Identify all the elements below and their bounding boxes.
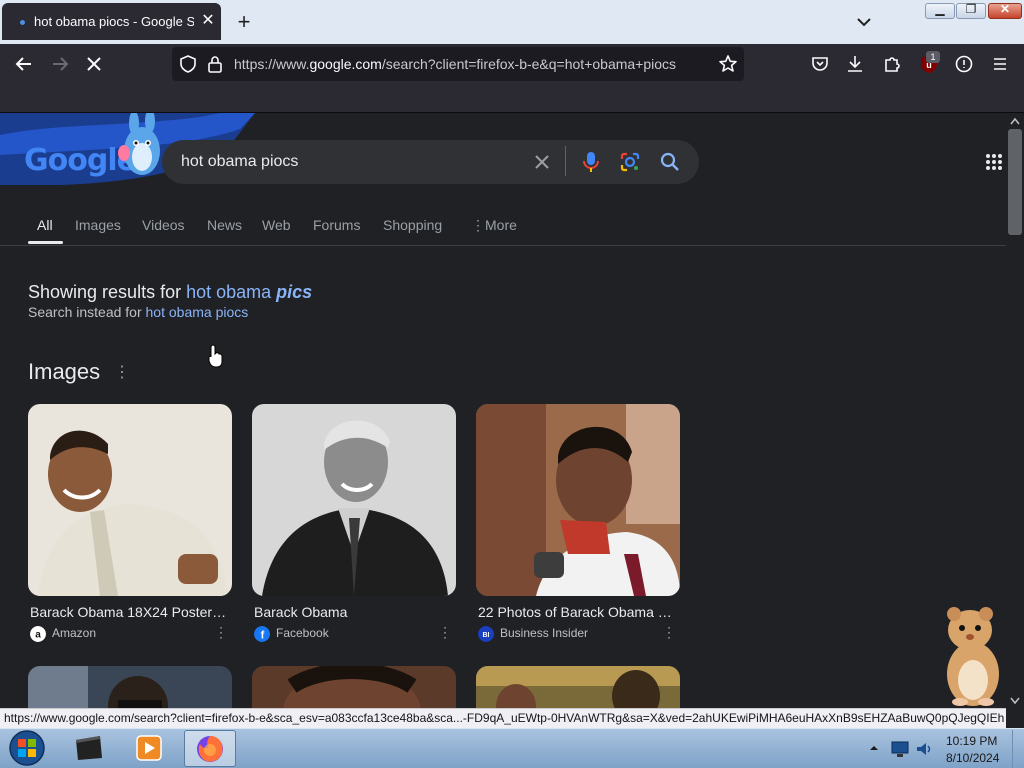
google-lens-icon[interactable] bbox=[619, 151, 641, 173]
loading-indicator-icon bbox=[20, 20, 25, 25]
tab-all[interactable]: All bbox=[37, 217, 53, 233]
google-apps-grid-icon[interactable] bbox=[985, 153, 1003, 171]
tab-more[interactable]: More bbox=[485, 217, 517, 233]
showing-prefix: Showing results for bbox=[28, 282, 182, 302]
scroll-up-arrow-icon[interactable] bbox=[1009, 116, 1021, 126]
browser-tab[interactable]: hot obama piocs - Google Sear ✕ bbox=[2, 3, 221, 40]
hamburger-menu-icon[interactable] bbox=[989, 53, 1011, 75]
tab-news[interactable]: News bbox=[207, 217, 242, 233]
tab-images[interactable]: Images bbox=[75, 217, 121, 233]
original-query-link[interactable]: hot obama piocs bbox=[146, 304, 249, 320]
show-desktop-button[interactable] bbox=[1012, 730, 1024, 768]
business-insider-logo-icon: BI bbox=[478, 626, 494, 642]
tabs-divider bbox=[0, 245, 1006, 246]
result-options-icon[interactable]: ⋮ bbox=[214, 624, 228, 641]
tab-shopping[interactable]: Shopping bbox=[383, 217, 442, 233]
network-monitor-icon[interactable] bbox=[890, 740, 910, 758]
svg-text:BI: BI bbox=[483, 632, 490, 639]
restore-button[interactable]: ❐ bbox=[956, 2, 986, 19]
speaker-volume-icon[interactable] bbox=[914, 740, 934, 758]
back-arrow-icon[interactable] bbox=[12, 52, 36, 76]
obama-thumbnail-3[interactable] bbox=[476, 404, 680, 596]
scroll-down-arrow-icon[interactable] bbox=[1009, 696, 1021, 706]
show-hidden-icons-icon[interactable] bbox=[868, 742, 880, 754]
url-text[interactable]: https://www.google.com/search?client=fir… bbox=[234, 56, 676, 72]
result-options-icon[interactable]: ⋮ bbox=[662, 624, 676, 641]
clock-date[interactable]: 8/10/2024 bbox=[946, 751, 999, 765]
info-circle-icon[interactable] bbox=[953, 53, 975, 75]
tab-forums[interactable]: Forums bbox=[313, 217, 360, 233]
image-caption[interactable]: 22 Photos of Barack Obama … bbox=[478, 604, 678, 620]
search-instead-line: Search instead for hot obama piocs bbox=[28, 304, 248, 320]
close-tab-button[interactable]: ✕ bbox=[198, 11, 218, 31]
hovered-link-url: https://www.google.com/search?client=fir… bbox=[4, 711, 1004, 725]
lock-icon[interactable] bbox=[206, 54, 224, 74]
tracking-protection-shield-icon[interactable] bbox=[178, 54, 198, 74]
bookmark-star-icon[interactable] bbox=[717, 53, 739, 75]
google-results-page: Google hot obama piocs All Images Videos… bbox=[0, 113, 1006, 708]
obama-thumbnail-1[interactable] bbox=[28, 404, 232, 596]
obama-thumbnail-2[interactable] bbox=[252, 404, 456, 596]
more-vertical-dots-icon[interactable]: ⋮ bbox=[471, 217, 485, 234]
pocket-icon[interactable] bbox=[809, 53, 831, 75]
window-close-button[interactable]: ✕ bbox=[988, 2, 1022, 19]
active-tab-indicator bbox=[28, 241, 63, 244]
images-section-heading: Images bbox=[28, 359, 101, 384]
downloads-icon[interactable] bbox=[844, 53, 866, 75]
hamster-desktop-pet[interactable] bbox=[940, 604, 1006, 708]
tab-title: hot obama piocs - Google Sear bbox=[34, 14, 194, 29]
voice-search-mic-icon[interactable] bbox=[580, 150, 602, 174]
images-options-icon[interactable]: ⋮ bbox=[114, 362, 130, 382]
obama-thumbnail-6[interactable] bbox=[476, 666, 680, 708]
search-divider bbox=[565, 146, 566, 176]
image-source[interactable]: Amazon bbox=[52, 626, 96, 640]
minimize-button[interactable]: ▁ bbox=[925, 2, 955, 19]
tab-videos[interactable]: Videos bbox=[142, 217, 185, 233]
search-input[interactable]: hot obama piocs bbox=[181, 153, 298, 171]
showing-results-line: Showing results for hot obama pics bbox=[28, 282, 312, 303]
bookmarks-toolbar bbox=[0, 84, 1024, 113]
result-options-icon[interactable]: ⋮ bbox=[438, 624, 452, 641]
image-caption[interactable]: Barack Obama bbox=[254, 604, 454, 620]
image-source[interactable]: Facebook bbox=[276, 626, 329, 640]
scrollbar-thumb[interactable] bbox=[1008, 129, 1022, 235]
search-instead-prefix: Search instead for bbox=[28, 304, 142, 320]
obama-thumbnail-5[interactable] bbox=[252, 666, 456, 708]
image-caption[interactable]: Barack Obama 18X24 Poster… bbox=[30, 604, 230, 620]
extensions-puzzle-icon[interactable] bbox=[881, 53, 903, 75]
search-magnifier-icon[interactable] bbox=[659, 151, 681, 173]
corrected-query-link[interactable]: hot obama pics bbox=[186, 282, 312, 302]
amazon-logo-icon: a bbox=[30, 626, 46, 642]
forward-arrow-icon[interactable] bbox=[48, 52, 72, 76]
facebook-logo-icon: f bbox=[254, 626, 270, 642]
obama-thumbnail-4[interactable] bbox=[28, 666, 232, 708]
media-player-icon[interactable] bbox=[134, 733, 164, 763]
start-button-icon[interactable] bbox=[6, 729, 48, 767]
svg-text:a: a bbox=[35, 630, 41, 641]
tab-web[interactable]: Web bbox=[262, 217, 291, 233]
image-source[interactable]: Business Insider bbox=[500, 626, 588, 640]
new-tab-button[interactable]: + bbox=[232, 10, 256, 34]
clear-search-icon[interactable] bbox=[532, 152, 552, 172]
clock-time[interactable]: 10:19 PM bbox=[946, 734, 997, 748]
firefox-icon bbox=[197, 736, 223, 762]
svg-text:f: f bbox=[261, 630, 265, 642]
stop-loading-icon[interactable] bbox=[84, 54, 104, 74]
list-all-tabs-icon[interactable] bbox=[852, 12, 876, 32]
extension-badge-count: 1 bbox=[926, 51, 940, 63]
hand-pointer-cursor-icon bbox=[208, 344, 223, 368]
terminal-app-icon[interactable] bbox=[72, 732, 106, 764]
